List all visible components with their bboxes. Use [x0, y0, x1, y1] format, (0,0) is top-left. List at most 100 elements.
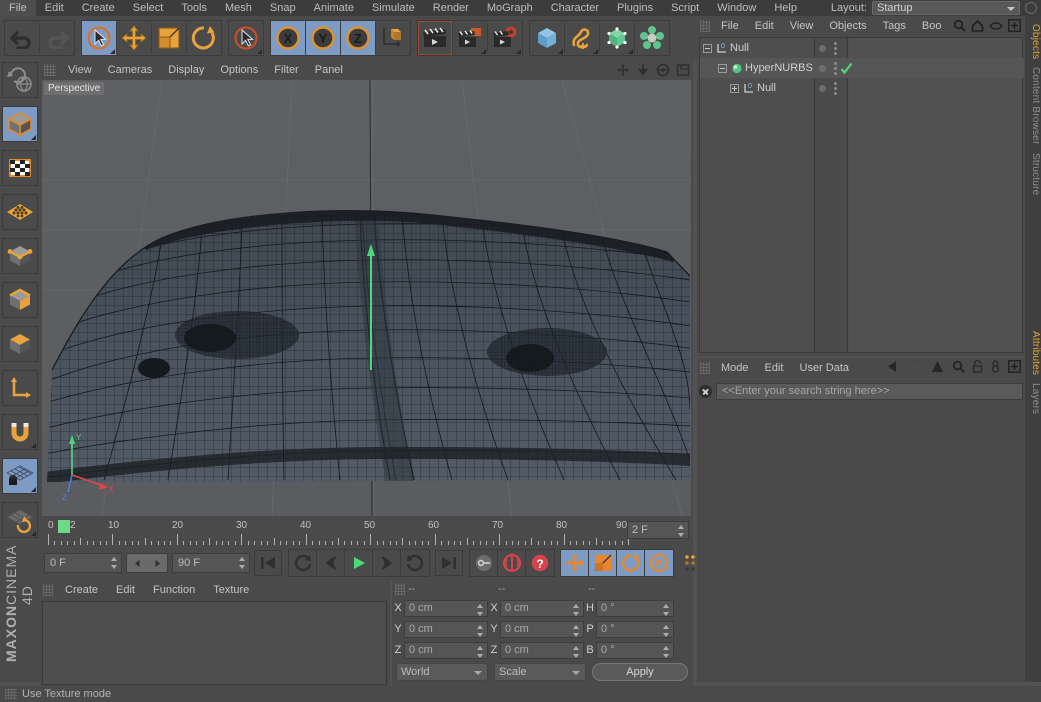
coord-field-pos-x[interactable]: 0 cm — [404, 599, 488, 617]
editor-visibility-dot[interactable] — [819, 64, 826, 72]
menu-item-select[interactable]: Select — [124, 0, 173, 16]
object-tree[interactable]: 0 Null HyperNURBS 0 Null — [699, 37, 1024, 353]
coord-field-rot-h[interactable]: 0 ° — [596, 599, 674, 617]
up-arrow-icon[interactable] — [930, 360, 945, 373]
viewport-menu-filter[interactable]: Filter — [266, 60, 306, 80]
add-array-object[interactable] — [635, 21, 669, 55]
coord-field-pos-y[interactable]: 0 cm — [404, 620, 488, 638]
object-row-hypernurbs[interactable]: HyperNURBS — [700, 58, 813, 78]
keyframe-selection-button[interactable]: ? — [526, 550, 554, 576]
world-object-coordinates[interactable] — [376, 21, 410, 55]
attribute-content-area[interactable] — [699, 403, 1023, 679]
attribute-menu-edit[interactable]: Edit — [757, 358, 792, 378]
menu-item-plugins[interactable]: Plugins — [608, 0, 662, 16]
back-arrow-icon[interactable] — [886, 360, 901, 373]
attribute-menu-mode[interactable]: Mode — [713, 358, 757, 378]
stepper-icon[interactable] — [477, 645, 484, 658]
menu-item-character[interactable]: Character — [542, 0, 608, 16]
lock-workplane-tool[interactable] — [2, 458, 38, 494]
magnet-tool[interactable] — [2, 414, 38, 450]
search-icon[interactable] — [952, 360, 965, 373]
material-menu-texture[interactable]: Texture — [204, 580, 258, 600]
expand-expander-icon[interactable] — [730, 83, 739, 93]
lock-z-axis[interactable]: Z — [341, 21, 375, 55]
undo-view-tool[interactable] — [2, 62, 38, 98]
stepper-icon[interactable] — [573, 645, 580, 658]
object-visibility-dots[interactable] — [819, 61, 837, 75]
coord-field-size-y[interactable]: 0 cm — [500, 620, 584, 638]
home-icon[interactable] — [971, 19, 984, 32]
table-row[interactable]: 0 Null — [700, 78, 1024, 98]
add-cube-object[interactable] — [530, 21, 564, 55]
dolly-icon[interactable] — [636, 63, 650, 77]
coord-field-pos-z[interactable]: 0 cm — [404, 641, 488, 659]
menu-item-animate[interactable]: Animate — [305, 0, 363, 16]
stepper-icon[interactable] — [663, 624, 670, 637]
model-mode-tool[interactable] — [2, 106, 38, 142]
forward-arrow-icon[interactable] — [908, 360, 923, 373]
add-spline-object[interactable] — [565, 21, 599, 55]
viewport-menu-display[interactable]: Display — [160, 60, 212, 80]
object-menu-view[interactable]: View — [782, 16, 822, 36]
layout-select[interactable]: Startup — [872, 1, 1020, 15]
add-icon[interactable] — [1008, 360, 1021, 373]
panel-grip-icon[interactable] — [5, 689, 17, 699]
viewport-menu-options[interactable]: Options — [212, 60, 266, 80]
go-to-start-button[interactable] — [254, 550, 282, 576]
link-icon[interactable] — [990, 360, 1001, 373]
next-key-button[interactable] — [401, 550, 429, 576]
editor-visibility-dot[interactable] — [819, 44, 826, 52]
maximize-icon[interactable] — [676, 63, 690, 77]
coord-field-rot-b[interactable]: 0 ° — [596, 641, 674, 659]
apply-button[interactable]: Apply — [592, 663, 688, 681]
tab-layers[interactable]: Layers — [1025, 379, 1041, 418]
range-right-arrow-icon[interactable] — [147, 554, 167, 572]
stepper-icon[interactable] — [111, 557, 118, 569]
menu-item-mesh[interactable]: Mesh — [216, 0, 261, 16]
stepper-icon[interactable] — [573, 603, 580, 616]
edge-mode-tool[interactable] — [2, 238, 38, 274]
menu-item-tools[interactable]: Tools — [172, 0, 216, 16]
live-selection-tool[interactable] — [82, 21, 116, 55]
panel-grip-icon[interactable] — [700, 362, 710, 374]
stepper-icon[interactable] — [663, 645, 670, 658]
orbit-icon[interactable] — [656, 63, 670, 77]
stepper-icon[interactable] — [477, 624, 484, 637]
axis-mode-tool[interactable] — [2, 370, 38, 406]
viewport-menu-cameras[interactable]: Cameras — [100, 60, 161, 80]
object-visibility-dots[interactable] — [819, 41, 837, 55]
stepper-icon[interactable] — [477, 603, 484, 616]
render-to-picture-viewer-button[interactable] — [453, 21, 487, 55]
panel-grip-icon[interactable] — [44, 64, 56, 76]
viewport-3d-canvas[interactable]: Perspective Y X Z — [42, 80, 691, 516]
coord-field-size-z[interactable]: 0 cm — [500, 641, 584, 659]
autokeying-button[interactable] — [498, 550, 526, 576]
stepper-icon[interactable] — [573, 624, 580, 637]
start-frame-field[interactable]: 0 F — [44, 553, 122, 573]
step-back-button[interactable] — [317, 550, 345, 576]
play-button[interactable] — [345, 550, 373, 576]
menu-item-script[interactable]: Script — [662, 0, 708, 16]
lock-icon[interactable] — [972, 360, 983, 373]
menu-item-snap[interactable]: Snap — [261, 0, 305, 16]
parameter-key-toggle[interactable]: P — [645, 550, 673, 576]
stepper-icon[interactable] — [239, 557, 246, 569]
face-mode-tool[interactable] — [2, 326, 38, 362]
selection-mode-tool[interactable] — [229, 21, 263, 55]
current-frame-field[interactable]: 2 F — [627, 521, 689, 539]
close-icon[interactable] — [699, 384, 712, 398]
viewport-menu-view[interactable]: View — [60, 60, 100, 80]
transform-mode-select[interactable]: Scale — [494, 663, 586, 681]
position-key-toggle[interactable] — [561, 550, 589, 576]
table-row[interactable]: 0 Null — [700, 38, 1024, 58]
tab-structure[interactable]: Structure — [1025, 149, 1041, 199]
tab-objects[interactable]: Objects — [1025, 20, 1041, 63]
object-menu-edit[interactable]: Edit — [747, 16, 782, 36]
menu-item-simulate[interactable]: Simulate — [363, 0, 424, 16]
object-visibility-dots[interactable] — [819, 81, 837, 95]
lock-y-axis[interactable]: Y — [306, 21, 340, 55]
scale-tool[interactable] — [152, 21, 186, 55]
eye-icon[interactable] — [989, 21, 1003, 31]
step-forward-button[interactable] — [373, 550, 401, 576]
menu-item-file[interactable]: File — [0, 0, 36, 16]
